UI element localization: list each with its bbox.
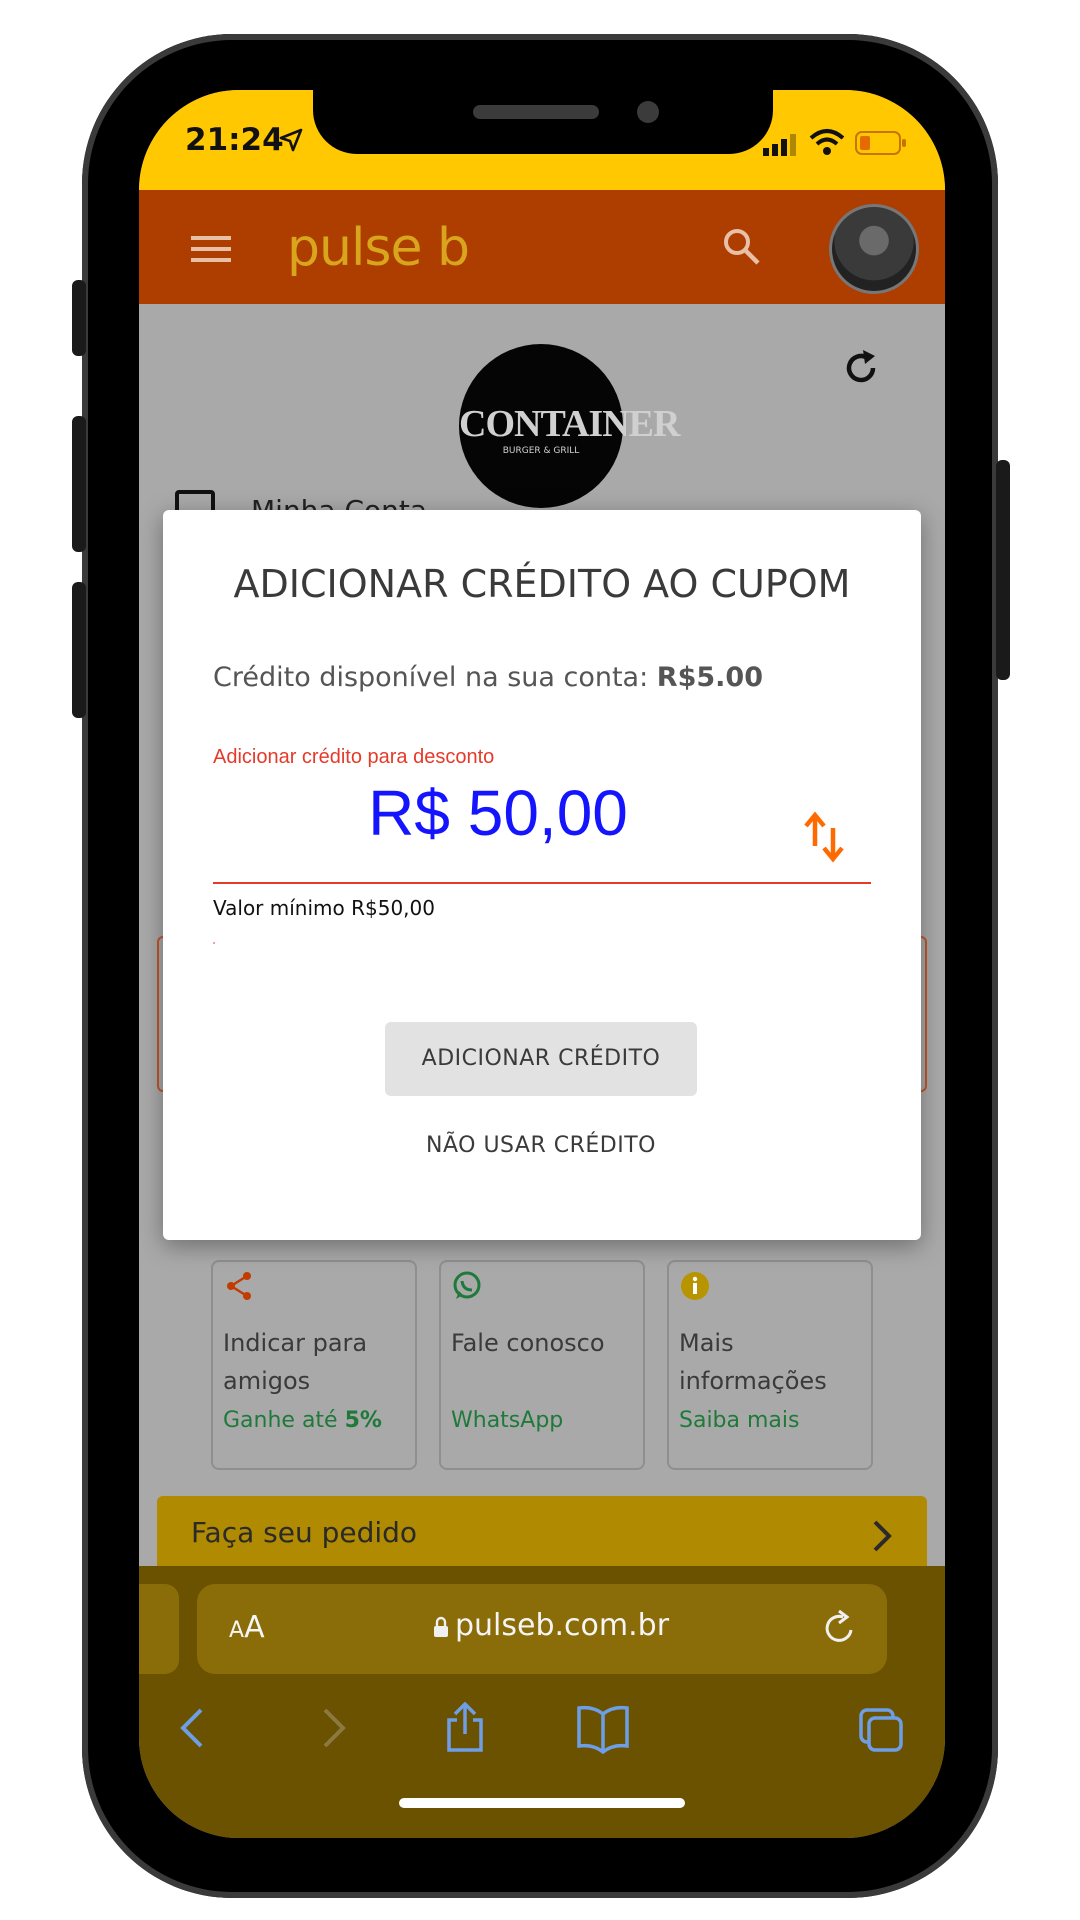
mute-switch: [72, 280, 86, 356]
hamburger-menu-icon[interactable]: [191, 234, 231, 264]
restaurant-logo: CONTAINER BURGER & GRILL: [459, 344, 680, 508]
power-button: [996, 460, 1010, 680]
front-camera: [637, 101, 659, 123]
skip-credit-button[interactable]: NÃO USAR CRÉDITO: [385, 1116, 697, 1176]
chevron-right-icon: [873, 1520, 892, 1552]
avatar[interactable]: [829, 204, 919, 294]
url-text[interactable]: pulseb.com.br: [455, 1608, 669, 1643]
browser-toolbar: AA pulseb.com.br: [139, 1566, 945, 1838]
reload-icon[interactable]: [821, 1608, 859, 1648]
bookmarks-icon[interactable]: [575, 1702, 631, 1754]
tile-refer-friends[interactable]: Indicar para amigos Ganhe até 5%: [211, 1260, 417, 1470]
available-credit-value: R$5.00: [656, 662, 763, 693]
battery-icon: [855, 131, 906, 155]
tile-title: Indicar para amigos: [223, 1329, 368, 1395]
tile-title: Fale conosco: [451, 1329, 605, 1357]
notch: [313, 90, 773, 154]
cellular-signal-icon: [763, 134, 796, 156]
address-bar[interactable]: AA pulseb.com.br: [197, 1584, 887, 1674]
minimum-value-hint: Valor mínimo R$50,00: [213, 896, 435, 920]
lock-icon: [434, 1616, 448, 1637]
add-credit-dialog: ADICIONAR CRÉDITO AO CUPOM Crédito dispo…: [163, 510, 921, 1240]
wifi-icon: [809, 129, 845, 155]
speaker: [473, 105, 599, 119]
back-icon[interactable]: [171, 1702, 219, 1754]
whatsapp-icon: [453, 1271, 481, 1299]
search-icon[interactable]: [721, 226, 761, 266]
tile-subtitle: Ganhe até 5%: [223, 1408, 382, 1433]
forward-icon[interactable]: [307, 1702, 355, 1754]
input-artifact: [213, 942, 215, 944]
share-icon: [227, 1272, 251, 1300]
dialog-title: ADICIONAR CRÉDITO AO CUPOM: [233, 562, 851, 606]
refresh-icon[interactable]: [839, 346, 883, 390]
home-indicator[interactable]: [399, 1798, 685, 1808]
credit-input-underline: [213, 882, 871, 884]
screen: 21:24 pulse b CONTAINER BURGER & GRILL I…: [139, 90, 945, 1838]
volume-up-button: [72, 416, 86, 552]
tile-title: Mais informações: [679, 1329, 827, 1395]
tabs-icon[interactable]: [857, 1702, 905, 1754]
available-credit-text: Crédito disponível na sua conta: R$5.00: [213, 662, 763, 693]
info-icon: [681, 1272, 709, 1300]
place-order-button[interactable]: Faça seu pedido: [157, 1496, 927, 1576]
tile-more-info[interactable]: Mais informações Saiba mais: [667, 1260, 873, 1470]
add-credit-button[interactable]: ADICIONAR CRÉDITO: [385, 1022, 697, 1096]
location-arrow-icon: [279, 128, 303, 152]
app-header: pulse b: [139, 190, 945, 304]
tile-contact[interactable]: Fale conosco WhatsApp: [439, 1260, 645, 1470]
status-time: 21:24: [185, 122, 284, 158]
restaurant-logo-sub: BURGER & GRILL: [502, 446, 580, 456]
share-sheet-icon[interactable]: [441, 1702, 489, 1754]
tile-subtitle: WhatsApp: [451, 1408, 564, 1433]
volume-down-button: [72, 582, 86, 718]
restaurant-logo-name: CONTAINER: [459, 403, 680, 445]
tile-subtitle: Saiba mais: [679, 1408, 800, 1433]
swap-arrows-icon[interactable]: [803, 810, 845, 864]
place-order-label: Faça seu pedido: [191, 1516, 418, 1549]
pulseb-logo[interactable]: pulse b: [287, 218, 470, 278]
credit-field-label: Adicionar crédito para desconto: [213, 746, 495, 768]
previous-tab-preview[interactable]: [139, 1584, 179, 1674]
text-size-button[interactable]: AA: [229, 1610, 265, 1645]
credit-amount-input[interactable]: R$ 50,00: [213, 776, 783, 850]
